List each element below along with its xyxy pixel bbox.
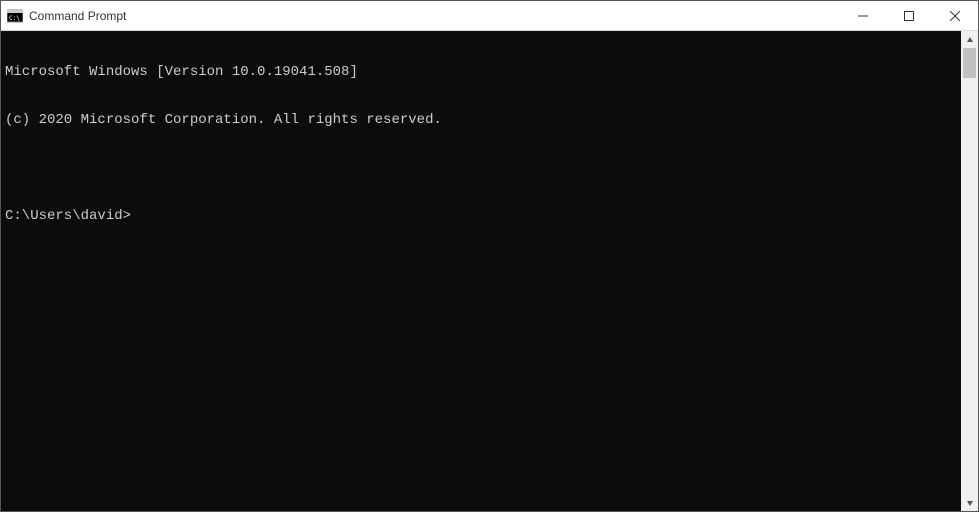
scroll-up-button[interactable] (961, 31, 978, 48)
console-area: Microsoft Windows [Version 10.0.19041.50… (1, 31, 978, 511)
console-line: (c) 2020 Microsoft Corporation. All righ… (5, 112, 957, 128)
console-prompt[interactable]: C:\Users\david> (5, 208, 957, 224)
close-button[interactable] (932, 1, 978, 30)
svg-text:C:\: C:\ (9, 15, 20, 22)
titlebar[interactable]: C:\ Command Prompt (1, 1, 978, 31)
console-line-blank (5, 160, 957, 176)
app-icon: C:\ (7, 8, 23, 24)
console-output[interactable]: Microsoft Windows [Version 10.0.19041.50… (1, 31, 961, 511)
window-title: Command Prompt (29, 9, 126, 23)
minimize-button[interactable] (840, 1, 886, 30)
scrollbar-track[interactable] (961, 48, 978, 494)
vertical-scrollbar[interactable] (961, 31, 978, 511)
maximize-button[interactable] (886, 1, 932, 30)
command-prompt-window: C:\ Command Prompt Microsoft Windows [Ve… (0, 0, 979, 512)
scrollbar-thumb[interactable] (963, 48, 976, 78)
window-controls (840, 1, 978, 30)
console-line: Microsoft Windows [Version 10.0.19041.50… (5, 64, 957, 80)
scroll-down-button[interactable] (961, 494, 978, 511)
